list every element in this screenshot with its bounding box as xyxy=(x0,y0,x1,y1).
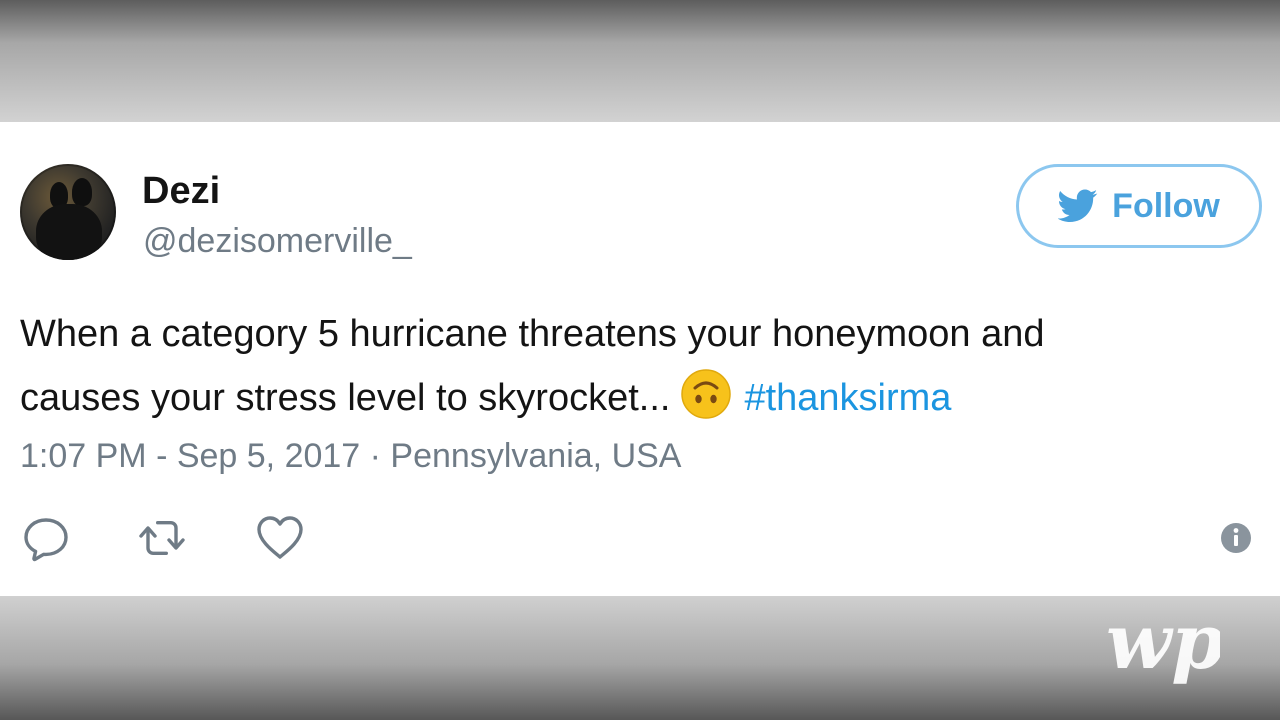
upside-down-face-icon xyxy=(681,369,732,419)
tweet-timestamp-location[interactable]: 1:07 PM - Sep 5, 2017 · Pennsylvania, US… xyxy=(20,434,681,478)
user-handle[interactable]: @dezisomerville_ xyxy=(143,220,412,262)
tweet-text-line-1: When a category 5 hurricane threatens yo… xyxy=(20,302,1250,366)
tweet-text-segment-1: When a category 5 hurricane threatens yo… xyxy=(20,313,1045,355)
background-top xyxy=(0,0,1280,122)
avatar-figure-body xyxy=(36,204,102,260)
reply-icon[interactable] xyxy=(20,512,72,564)
info-icon[interactable] xyxy=(1220,522,1252,554)
tweet-card: Dezi @dezisomerville_ Follow When a cate… xyxy=(0,122,1280,596)
svg-text:wp: wp xyxy=(1106,598,1220,686)
retweet-icon[interactable] xyxy=(136,512,188,564)
background-bottom xyxy=(0,596,1280,720)
tweet-text: When a category 5 hurricane threatens yo… xyxy=(20,302,1250,430)
follow-button[interactable]: Follow xyxy=(1016,164,1262,248)
tweet-text-line-2: causes your stress level to skyrocket...… xyxy=(20,366,1250,430)
hashtag-link[interactable]: #thanksirma xyxy=(744,377,951,419)
wp-logo-icon: wp xyxy=(1106,598,1220,686)
tweet-text-segment-2: causes your stress level to skyrocket... xyxy=(20,377,671,419)
tweet-actions xyxy=(20,512,1260,564)
display-name[interactable]: Dezi xyxy=(142,168,220,214)
twitter-bird-icon xyxy=(1058,189,1098,222)
avatar[interactable] xyxy=(20,164,116,260)
heart-icon[interactable] xyxy=(254,512,306,564)
avatar-figure-right xyxy=(72,178,92,206)
follow-label: Follow xyxy=(1112,187,1220,225)
